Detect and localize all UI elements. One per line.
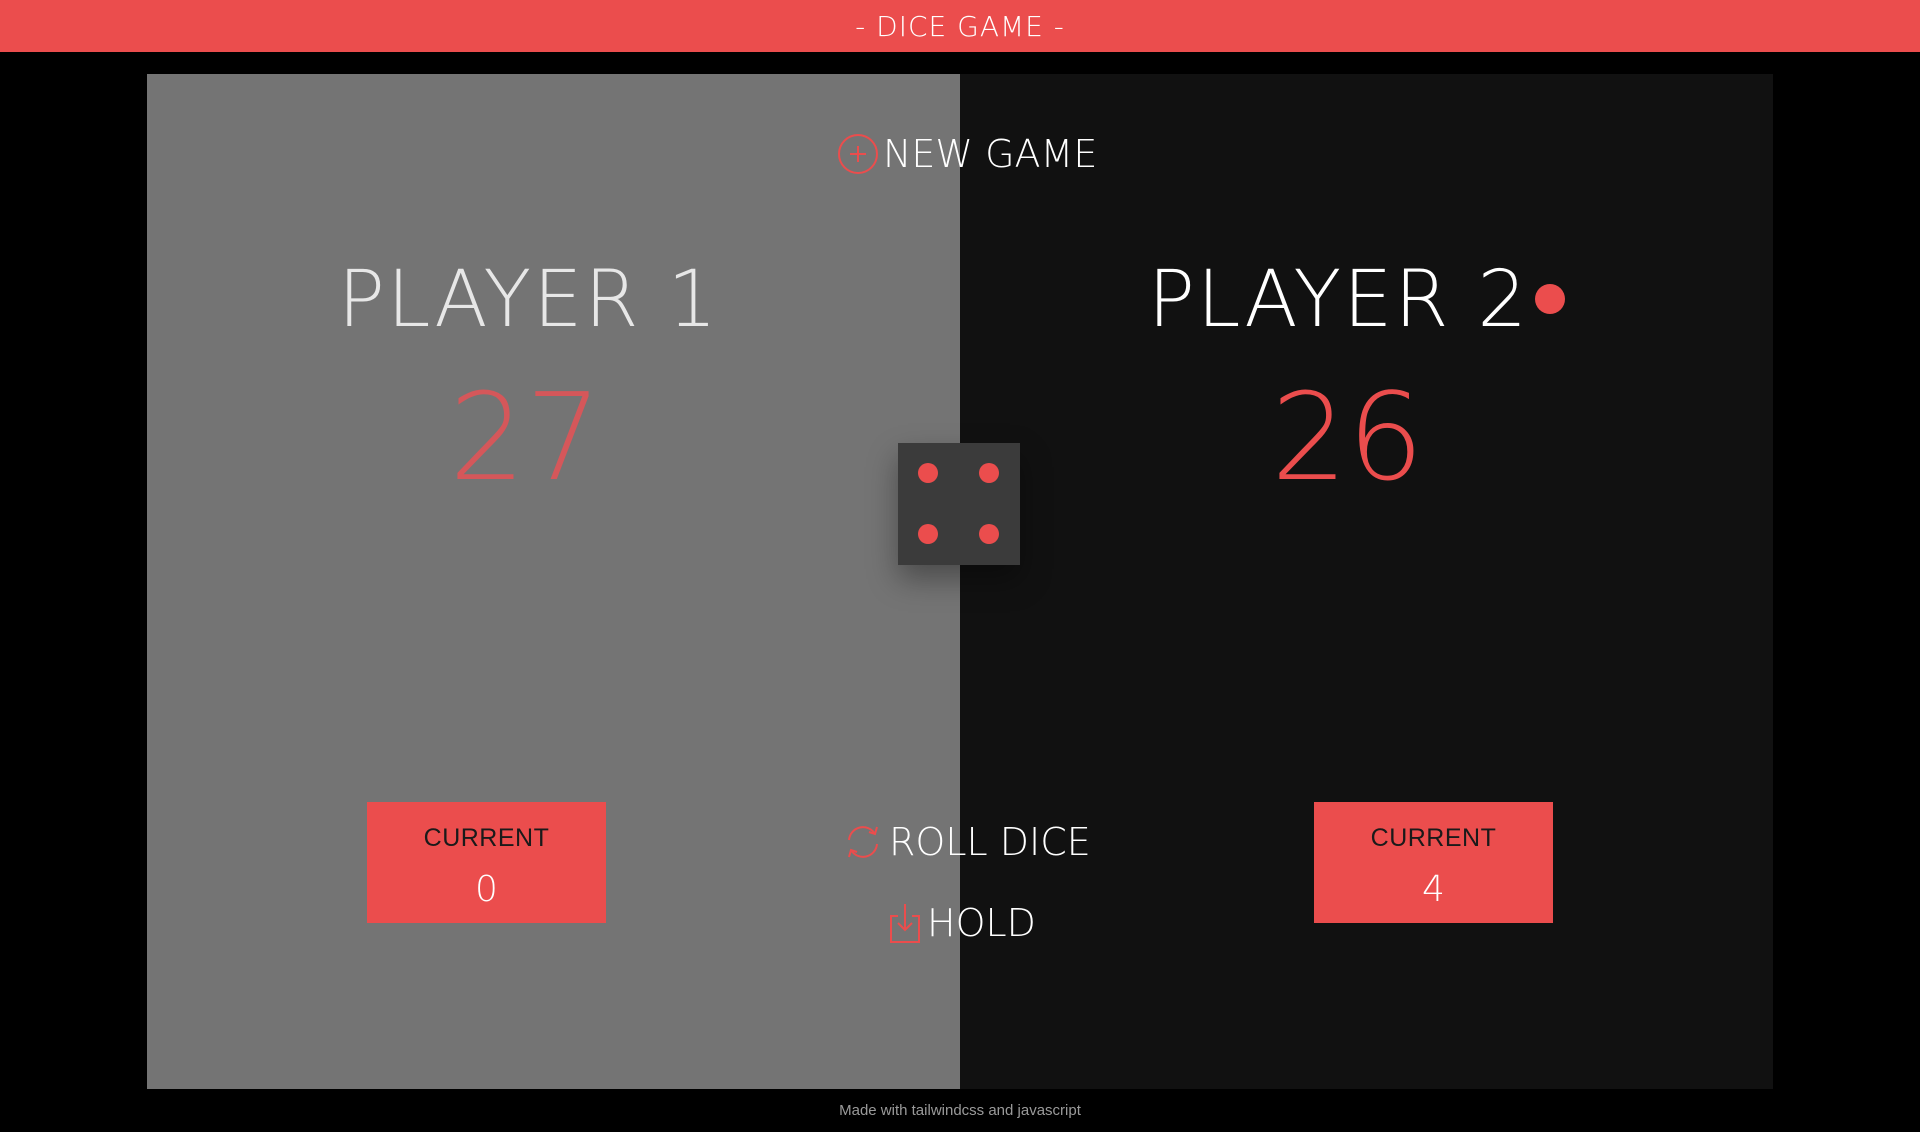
new-game-label: NEW GAME [883,132,1098,176]
player-1-current-box: CURRENT 0 [367,802,606,923]
player-2-panel: PLAYER 2 26 CURRENT 4 [960,74,1773,1089]
page-title: - DICE GAME - [855,9,1065,43]
hold-label: HOLD [927,901,1036,945]
new-game-button[interactable]: NEW GAME [837,132,1097,176]
player-2-current-label: CURRENT [1370,824,1497,852]
player-1-current-value: 0 [475,869,498,910]
plus-circle-icon [837,133,879,175]
download-icon [887,900,923,946]
dice-pip [918,463,938,483]
dice [898,443,1020,565]
dice-pip [979,463,999,483]
footer-text: Made with tailwindcss and javascript [839,1102,1081,1119]
active-player-dot-icon [1535,283,1566,314]
roll-dice-button[interactable]: ROLL DICE [841,820,1091,864]
player-1-score: 27 [449,369,602,508]
player-2-current-box: CURRENT 4 [1314,802,1553,923]
refresh-icon [841,820,885,864]
dice-pip [979,524,999,544]
dice-pip [918,524,938,544]
hold-button[interactable]: HOLD [887,900,1036,946]
player-1-current-label: CURRENT [423,824,550,852]
player-2-score: 26 [1271,369,1424,508]
player-2-name: PLAYER 2 [950,261,1763,339]
player-2-current-value: 4 [1422,869,1445,910]
header-bar: - DICE GAME - [0,0,1920,52]
roll-dice-label: ROLL DICE [889,820,1091,864]
player-1-name: PLAYER 1 [337,255,720,345]
game-board: PLAYER 1 27 CURRENT 0 PLAYER 2 26 CURREN… [147,74,1773,1089]
player-1-panel: PLAYER 1 27 CURRENT 0 [147,74,960,1089]
